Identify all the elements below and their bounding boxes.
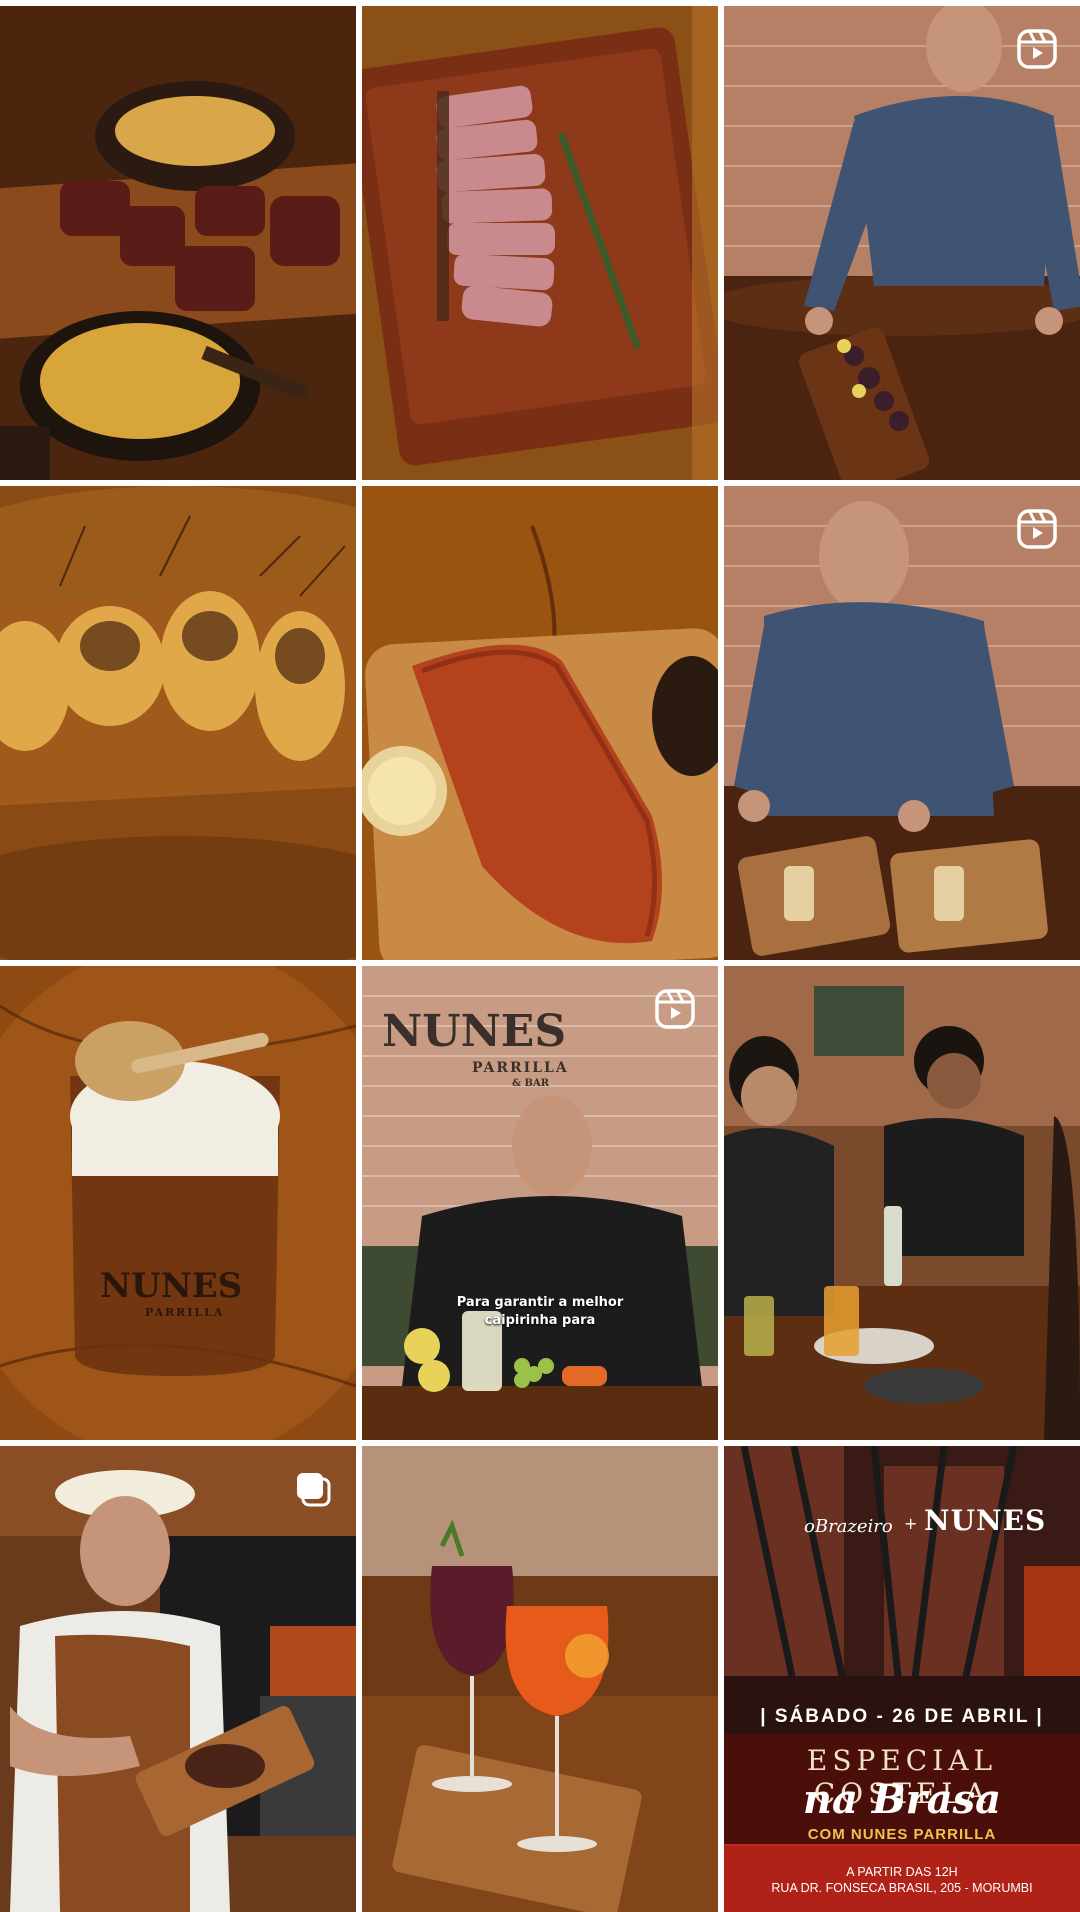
glass-logo-text: NUNES xyxy=(100,1266,243,1306)
post-image-picanha xyxy=(0,6,356,480)
post-image-chef-plating xyxy=(724,486,1080,960)
post-image-chef-steak xyxy=(0,1446,356,1912)
post-tile-8[interactable]: NUNES PARRILLA & BAR Para garantir a mel… xyxy=(362,966,718,1440)
promo-brand-nunes: NUNES xyxy=(924,1504,1047,1537)
post-tile-5[interactable] xyxy=(362,486,718,960)
wall-logo-subtext2: & BAR xyxy=(512,1078,550,1089)
profile-posts-grid: NUNES PARRILLA NUNES PARRILLA & BAR Para… xyxy=(0,0,1080,1912)
post-image-prawns xyxy=(0,486,356,960)
post-image-two-cocktails xyxy=(362,1446,718,1912)
post-image-cocktail xyxy=(0,966,356,1440)
post-image-diners xyxy=(724,966,1080,1440)
carousel-icon xyxy=(292,1468,334,1510)
promo-subtitle: COM NUNES PARRILLA xyxy=(807,1826,997,1843)
post-tile-3[interactable] xyxy=(724,6,1080,480)
post-tile-7[interactable]: NUNES PARRILLA xyxy=(0,966,356,1440)
promo-brand-plus: + xyxy=(904,1514,918,1533)
post-tile-9[interactable] xyxy=(724,966,1080,1440)
promo-title-line2: na Brasa xyxy=(802,1776,1002,1823)
wall-logo-text: NUNES xyxy=(382,1006,567,1057)
post-tile-6[interactable] xyxy=(724,486,1080,960)
wall-logo-subtext: PARRILLA xyxy=(472,1060,569,1076)
post-tile-1[interactable] xyxy=(0,6,356,480)
promo-footer-address: RUA DR. FONSECA BRASIL, 205 - MORUMBI xyxy=(771,1881,1033,1895)
glass-logo-subtext: PARRILLA xyxy=(145,1306,225,1319)
reel-icon xyxy=(1016,28,1058,70)
reel-icon xyxy=(1016,508,1058,550)
post-tile-2[interactable] xyxy=(362,6,718,480)
promo-date: | SÁBADO - 26 DE ABRIL | xyxy=(760,1706,1044,1727)
post-image-sliced-steak xyxy=(362,6,718,480)
promo-footer-time: A PARTIR DAS 12H xyxy=(846,1865,958,1879)
post-image-salmon xyxy=(362,486,718,960)
promo-footer: A PARTIR DAS 12H RUA DR. FONSECA BRASIL,… xyxy=(724,1864,1080,1896)
promo-brand-obrazeiro: oBrazeiro xyxy=(804,1516,893,1537)
post-tile-10[interactable] xyxy=(0,1446,356,1912)
reel-icon xyxy=(654,988,696,1030)
post-tile-12[interactable]: oBrazeiro + NUNES | SÁBADO - 26 DE ABRIL… xyxy=(724,1446,1080,1912)
post-image-chef-octopus xyxy=(724,6,1080,480)
reel-caption-text: Para garantir a melhor caipirinha para xyxy=(456,1295,624,1328)
post-tile-4[interactable] xyxy=(0,486,356,960)
post-tile-11[interactable] xyxy=(362,1446,718,1912)
